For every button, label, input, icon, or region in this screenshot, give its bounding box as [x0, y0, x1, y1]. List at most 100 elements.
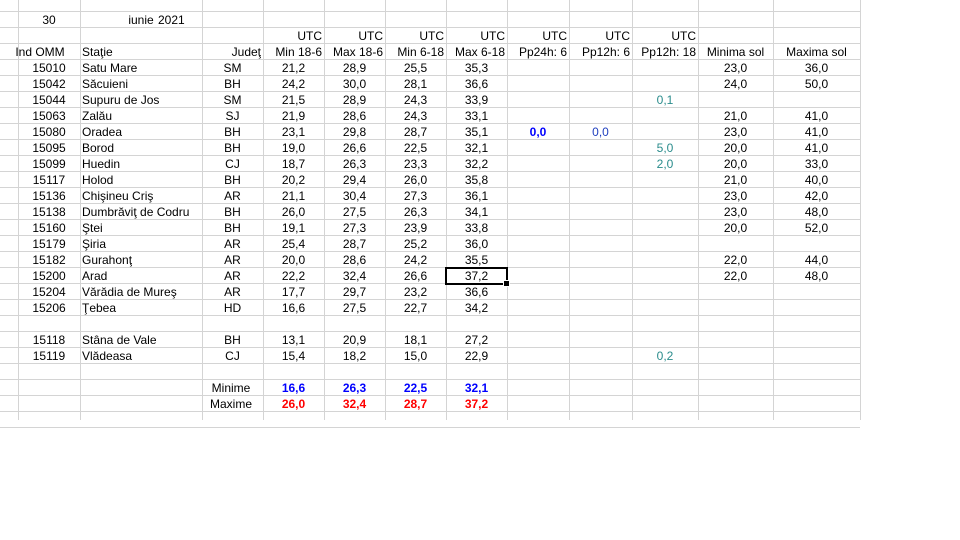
data-cell-min186[interactable]: 16,6 — [263, 300, 324, 316]
data-cell-max186[interactable]: 20,9 — [324, 332, 385, 348]
data-cell-id[interactable]: 15042 — [18, 76, 80, 92]
maxime-value-cell[interactable]: 26,0 — [263, 396, 324, 412]
data-cell-min618[interactable]: 18,1 — [385, 332, 446, 348]
data-cell-id[interactable]: 15080 — [18, 124, 80, 140]
data-cell-min618[interactable]: 24,2 — [385, 252, 446, 268]
data-cell-min186[interactable]: 18,7 — [263, 156, 324, 172]
fill-handle[interactable] — [503, 280, 510, 287]
utc-header-cell[interactable]: UTC — [324, 28, 385, 44]
data-cell-max186[interactable]: 26,6 — [324, 140, 385, 156]
data-cell-min618[interactable]: 22,5 — [385, 140, 446, 156]
spreadsheet-grid[interactable]: 30 iunie 2021 UTC UTC UTC UTC UTC UTC UTC Ind OMM S… — [0, 0, 960, 540]
data-cell-min618[interactable]: 22,7 — [385, 300, 446, 316]
data-cell-station[interactable]: Borod — [80, 140, 202, 156]
data-cell-station[interactable]: Ţebea — [80, 300, 202, 316]
data-cell-max618[interactable]: 33,1 — [446, 108, 507, 124]
data-cell-id[interactable]: 15099 — [18, 156, 80, 172]
column-header-cell[interactable]: Minima sol — [698, 44, 773, 60]
data-cell-max618[interactable]: 32,1 — [446, 140, 507, 156]
data-cell-min618[interactable]: 26,0 — [385, 172, 446, 188]
data-cell-max186[interactable]: 18,2 — [324, 348, 385, 364]
column-header-cell[interactable]: Pp12h: 6 — [569, 44, 632, 60]
data-cell-min618[interactable]: 23,2 — [385, 284, 446, 300]
data-cell-maxsol[interactable]: 41,0 — [773, 108, 860, 124]
data-cell-minsol[interactable]: 22,0 — [698, 252, 773, 268]
data-cell-station[interactable]: Săcuieni — [80, 76, 202, 92]
data-cell-min186[interactable]: 21,1 — [263, 188, 324, 204]
column-header-cell[interactable]: Pp24h: 6 — [507, 44, 569, 60]
column-header-cell[interactable]: Max 6-18 — [446, 44, 507, 60]
data-cell-min186[interactable]: 13,1 — [263, 332, 324, 348]
data-cell-min186[interactable]: 19,1 — [263, 220, 324, 236]
data-cell-county[interactable]: SJ — [202, 108, 263, 124]
column-header-cell[interactable]: Ind OMM — [0, 44, 80, 60]
data-cell-station[interactable]: Huedin — [80, 156, 202, 172]
active-cell-selection[interactable] — [445, 267, 510, 287]
data-cell-max618[interactable]: 27,2 — [446, 332, 507, 348]
column-header-cell[interactable]: Judeţ — [202, 44, 263, 60]
data-cell-max186[interactable]: 29,8 — [324, 124, 385, 140]
data-cell-station[interactable]: Zalău — [80, 108, 202, 124]
data-cell-min186[interactable]: 17,7 — [263, 284, 324, 300]
data-cell-max618[interactable]: 36,6 — [446, 76, 507, 92]
date-day-cell[interactable]: 30 — [18, 12, 80, 28]
data-cell-max618[interactable]: 35,1 — [446, 124, 507, 140]
data-cell-min618[interactable]: 23,9 — [385, 220, 446, 236]
data-cell-maxsol[interactable]: 44,0 — [773, 252, 860, 268]
data-cell-station[interactable]: Holod — [80, 172, 202, 188]
data-cell-id[interactable]: 15119 — [18, 348, 80, 364]
data-cell-station[interactable]: Gurahonţ — [80, 252, 202, 268]
data-cell-id[interactable]: 15204 — [18, 284, 80, 300]
data-cell-id[interactable]: 15118 — [18, 332, 80, 348]
data-cell-min618[interactable]: 26,6 — [385, 268, 446, 284]
data-cell-station[interactable]: Dumbrăviţ de Codru — [80, 204, 202, 220]
data-cell-county[interactable]: BH — [202, 332, 263, 348]
data-cell-maxsol[interactable]: 36,0 — [773, 60, 860, 76]
data-cell-station[interactable]: Vlădeasa — [80, 348, 202, 364]
data-cell-pp12_18[interactable]: 2,0 — [632, 156, 698, 172]
data-cell-max186[interactable]: 30,4 — [324, 188, 385, 204]
data-cell-min186[interactable]: 21,2 — [263, 60, 324, 76]
column-header-cell[interactable]: Pp12h: 18 — [632, 44, 698, 60]
data-cell-county[interactable]: BH — [202, 76, 263, 92]
data-cell-id[interactable]: 15095 — [18, 140, 80, 156]
data-cell-id[interactable]: 15179 — [18, 236, 80, 252]
data-cell-station[interactable]: Oradea — [80, 124, 202, 140]
data-cell-min618[interactable]: 26,3 — [385, 204, 446, 220]
data-cell-id[interactable]: 15182 — [18, 252, 80, 268]
data-cell-min186[interactable]: 20,2 — [263, 172, 324, 188]
column-header-cell[interactable]: Staţie — [80, 44, 202, 60]
data-cell-min186[interactable]: 22,2 — [263, 268, 324, 284]
data-cell-max186[interactable]: 26,3 — [324, 156, 385, 172]
data-cell-id[interactable]: 15044 — [18, 92, 80, 108]
utc-header-cell[interactable]: UTC — [507, 28, 569, 44]
data-cell-max186[interactable]: 28,6 — [324, 252, 385, 268]
maxime-label[interactable]: Maxime — [202, 396, 260, 412]
data-cell-county[interactable]: AR — [202, 236, 263, 252]
data-cell-min618[interactable]: 23,3 — [385, 156, 446, 172]
data-cell-county[interactable]: BH — [202, 124, 263, 140]
data-cell-min186[interactable]: 23,1 — [263, 124, 324, 140]
minime-value-cell[interactable]: 22,5 — [385, 380, 446, 396]
maxime-value-cell[interactable]: 32,4 — [324, 396, 385, 412]
data-cell-min618[interactable]: 28,7 — [385, 124, 446, 140]
data-cell-minsol[interactable]: 23,0 — [698, 204, 773, 220]
data-cell-id[interactable]: 15206 — [18, 300, 80, 316]
data-cell-county[interactable]: AR — [202, 252, 263, 268]
data-cell-min618[interactable]: 27,3 — [385, 188, 446, 204]
data-cell-county[interactable]: BH — [202, 220, 263, 236]
data-cell-min186[interactable]: 21,5 — [263, 92, 324, 108]
data-cell-county[interactable]: CJ — [202, 348, 263, 364]
utc-header-cell[interactable]: UTC — [446, 28, 507, 44]
minime-value-cell[interactable]: 16,6 — [263, 380, 324, 396]
data-cell-min186[interactable]: 21,9 — [263, 108, 324, 124]
date-year-cell[interactable]: 2021 — [156, 12, 217, 28]
data-cell-maxsol[interactable]: 41,0 — [773, 124, 860, 140]
data-cell-id[interactable]: 15138 — [18, 204, 80, 220]
data-cell-max618[interactable]: 36,0 — [446, 236, 507, 252]
data-cell-min618[interactable]: 24,3 — [385, 92, 446, 108]
minime-label[interactable]: Minime — [202, 380, 260, 396]
data-cell-max186[interactable]: 28,9 — [324, 92, 385, 108]
data-cell-maxsol[interactable]: 42,0 — [773, 188, 860, 204]
maxime-value-cell[interactable]: 28,7 — [385, 396, 446, 412]
